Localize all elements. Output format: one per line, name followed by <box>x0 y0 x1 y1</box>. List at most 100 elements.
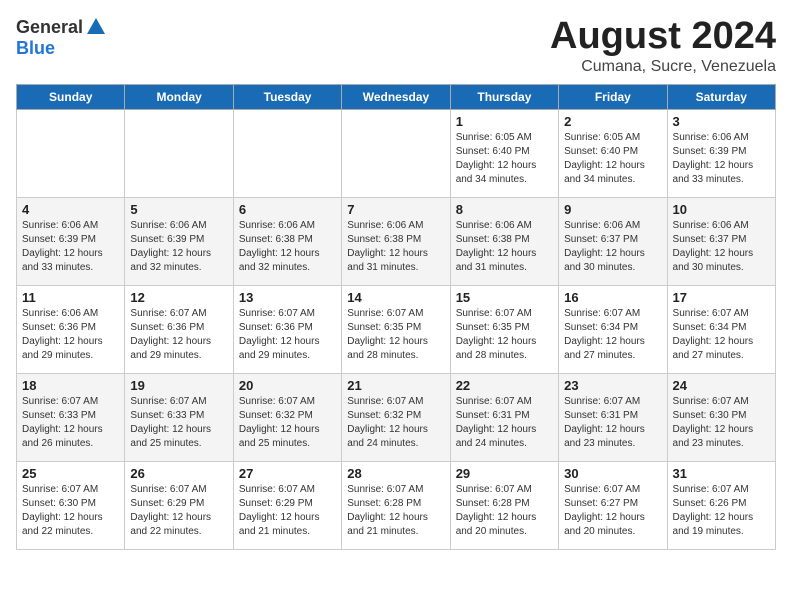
day-of-week-header: Saturday <box>667 84 775 109</box>
day-info: Sunrise: 6:07 AM Sunset: 6:30 PM Dayligh… <box>22 483 119 539</box>
calendar-cell: 17 Sunrise: 6:07 AM Sunset: 6:34 PM Dayli… <box>667 285 775 373</box>
day-of-week-header: Wednesday <box>342 84 450 109</box>
day-info: Sunrise: 6:07 AM Sunset: 6:29 PM Dayligh… <box>239 483 336 539</box>
calendar-cell: 19 Sunrise: 6:07 AM Sunset: 6:33 PM Dayli… <box>125 373 233 461</box>
day-number: 25 <box>22 466 119 481</box>
day-info: Sunrise: 6:06 AM Sunset: 6:37 PM Dayligh… <box>564 219 661 275</box>
day-number: 6 <box>239 202 336 217</box>
calendar-table: SundayMondayTuesdayWednesdayThursdayFrid… <box>16 84 776 550</box>
logo: General Blue <box>16 16 107 59</box>
calendar-cell: 31 Sunrise: 6:07 AM Sunset: 6:26 PM Dayli… <box>667 461 775 549</box>
calendar-week-row: 25 Sunrise: 6:07 AM Sunset: 6:30 PM Dayli… <box>17 461 776 549</box>
day-number: 19 <box>130 378 227 393</box>
day-info: Sunrise: 6:07 AM Sunset: 6:33 PM Dayligh… <box>22 395 119 451</box>
calendar-cell: 26 Sunrise: 6:07 AM Sunset: 6:29 PM Dayli… <box>125 461 233 549</box>
day-info: Sunrise: 6:07 AM Sunset: 6:35 PM Dayligh… <box>347 307 444 363</box>
day-info: Sunrise: 6:07 AM Sunset: 6:32 PM Dayligh… <box>239 395 336 451</box>
calendar-cell <box>342 109 450 197</box>
logo-icon <box>85 16 107 38</box>
calendar-cell: 3Sunrise: 6:06 AM Sunset: 6:39 PM Daylig… <box>667 109 775 197</box>
day-number: 17 <box>673 290 770 305</box>
day-info: Sunrise: 6:07 AM Sunset: 6:34 PM Dayligh… <box>673 307 770 363</box>
calendar-title: August 2024 <box>550 16 776 58</box>
calendar-cell: 8 Sunrise: 6:06 AM Sunset: 6:38 PM Daylig… <box>450 197 558 285</box>
calendar-cell: 13Sunrise: 6:07 AM Sunset: 6:36 PM Dayli… <box>233 285 341 373</box>
day-info: Sunrise: 6:07 AM Sunset: 6:34 PM Dayligh… <box>564 307 661 363</box>
day-info: Sunrise: 6:06 AM Sunset: 6:38 PM Dayligh… <box>347 219 444 275</box>
day-info: Sunrise: 6:06 AM Sunset: 6:36 PM Dayligh… <box>22 307 119 363</box>
calendar-cell: 11 Sunrise: 6:06 AM Sunset: 6:36 PM Dayli… <box>17 285 125 373</box>
day-info: Sunrise: 6:07 AM Sunset: 6:31 PM Dayligh… <box>564 395 661 451</box>
calendar-cell: 21 Sunrise: 6:07 AM Sunset: 6:32 PM Dayli… <box>342 373 450 461</box>
calendar-body: 1 Sunrise: 6:05 AM Sunset: 6:40 PM Daylig… <box>17 109 776 549</box>
day-info: Sunrise: 6:07 AM Sunset: 6:31 PM Dayligh… <box>456 395 553 451</box>
day-info: Sunrise: 6:06 AM Sunset: 6:38 PM Dayligh… <box>456 219 553 275</box>
calendar-header: SundayMondayTuesdayWednesdayThursdayFrid… <box>17 84 776 109</box>
day-number: 26 <box>130 466 227 481</box>
day-number: 20 <box>239 378 336 393</box>
day-number: 5 <box>130 202 227 217</box>
day-info: Sunrise: 6:06 AM Sunset: 6:37 PM Dayligh… <box>673 219 770 275</box>
day-info: Sunrise: 6:07 AM Sunset: 6:27 PM Dayligh… <box>564 483 661 539</box>
logo-general-text: General <box>16 17 83 38</box>
title-area: August 2024 Cumana, Sucre, Venezuela <box>550 16 776 76</box>
day-number: 30 <box>564 466 661 481</box>
calendar-week-row: 18 Sunrise: 6:07 AM Sunset: 6:33 PM Dayli… <box>17 373 776 461</box>
day-number: 28 <box>347 466 444 481</box>
calendar-cell: 29 Sunrise: 6:07 AM Sunset: 6:28 PM Dayli… <box>450 461 558 549</box>
day-number: 23 <box>564 378 661 393</box>
calendar-week-row: 1 Sunrise: 6:05 AM Sunset: 6:40 PM Daylig… <box>17 109 776 197</box>
day-number: 27 <box>239 466 336 481</box>
day-info: Sunrise: 6:07 AM Sunset: 6:28 PM Dayligh… <box>456 483 553 539</box>
calendar-week-row: 11 Sunrise: 6:06 AM Sunset: 6:36 PM Dayli… <box>17 285 776 373</box>
calendar-cell: 20 Sunrise: 6:07 AM Sunset: 6:32 PM Dayli… <box>233 373 341 461</box>
day-number: 11 <box>22 290 119 305</box>
calendar-cell: 27 Sunrise: 6:07 AM Sunset: 6:29 PM Dayli… <box>233 461 341 549</box>
logo-blue-text: Blue <box>16 38 55 59</box>
day-info: Sunrise: 6:06 AM Sunset: 6:39 PM Dayligh… <box>673 131 770 187</box>
calendar-cell: 24Sunrise: 6:07 AM Sunset: 6:30 PM Dayli… <box>667 373 775 461</box>
day-number: 31 <box>673 466 770 481</box>
calendar-cell: 25 Sunrise: 6:07 AM Sunset: 6:30 PM Dayli… <box>17 461 125 549</box>
header: General Blue August 2024 Cumana, Sucre, … <box>16 16 776 76</box>
calendar-cell: 16Sunrise: 6:07 AM Sunset: 6:34 PM Dayli… <box>559 285 667 373</box>
calendar-cell <box>233 109 341 197</box>
day-number: 21 <box>347 378 444 393</box>
calendar-cell: 2Sunrise: 6:05 AM Sunset: 6:40 PM Daylig… <box>559 109 667 197</box>
day-number: 14 <box>347 290 444 305</box>
calendar-cell: 14 Sunrise: 6:07 AM Sunset: 6:35 PM Dayli… <box>342 285 450 373</box>
day-of-week-header: Thursday <box>450 84 558 109</box>
calendar-week-row: 4Sunrise: 6:06 AM Sunset: 6:39 PM Daylig… <box>17 197 776 285</box>
day-number: 12 <box>130 290 227 305</box>
day-info: Sunrise: 6:07 AM Sunset: 6:26 PM Dayligh… <box>673 483 770 539</box>
day-number: 18 <box>22 378 119 393</box>
calendar-cell: 4Sunrise: 6:06 AM Sunset: 6:39 PM Daylig… <box>17 197 125 285</box>
day-number: 9 <box>564 202 661 217</box>
day-number: 8 <box>456 202 553 217</box>
calendar-cell <box>17 109 125 197</box>
calendar-cell: 12 Sunrise: 6:07 AM Sunset: 6:36 PM Dayli… <box>125 285 233 373</box>
day-info: Sunrise: 6:07 AM Sunset: 6:33 PM Dayligh… <box>130 395 227 451</box>
calendar-cell: 22Sunrise: 6:07 AM Sunset: 6:31 PM Dayli… <box>450 373 558 461</box>
day-of-week-header: Monday <box>125 84 233 109</box>
day-info: Sunrise: 6:07 AM Sunset: 6:36 PM Dayligh… <box>239 307 336 363</box>
day-number: 29 <box>456 466 553 481</box>
calendar-cell <box>125 109 233 197</box>
day-info: Sunrise: 6:07 AM Sunset: 6:32 PM Dayligh… <box>347 395 444 451</box>
calendar-cell: 6 Sunrise: 6:06 AM Sunset: 6:38 PM Daylig… <box>233 197 341 285</box>
calendar-cell: 18 Sunrise: 6:07 AM Sunset: 6:33 PM Dayli… <box>17 373 125 461</box>
day-number: 1 <box>456 114 553 129</box>
calendar-subtitle: Cumana, Sucre, Venezuela <box>550 58 776 76</box>
calendar-cell: 23 Sunrise: 6:07 AM Sunset: 6:31 PM Dayli… <box>559 373 667 461</box>
day-info: Sunrise: 6:07 AM Sunset: 6:30 PM Dayligh… <box>673 395 770 451</box>
calendar-cell: 30 Sunrise: 6:07 AM Sunset: 6:27 PM Dayli… <box>559 461 667 549</box>
day-info: Sunrise: 6:07 AM Sunset: 6:29 PM Dayligh… <box>130 483 227 539</box>
day-info: Sunrise: 6:06 AM Sunset: 6:38 PM Dayligh… <box>239 219 336 275</box>
day-info: Sunrise: 6:05 AM Sunset: 6:40 PM Dayligh… <box>456 131 553 187</box>
calendar-cell: 7Sunrise: 6:06 AM Sunset: 6:38 PM Daylig… <box>342 197 450 285</box>
day-number: 2 <box>564 114 661 129</box>
calendar-cell: 15Sunrise: 6:07 AM Sunset: 6:35 PM Dayli… <box>450 285 558 373</box>
day-info: Sunrise: 6:07 AM Sunset: 6:36 PM Dayligh… <box>130 307 227 363</box>
day-number: 10 <box>673 202 770 217</box>
calendar-cell: 28Sunrise: 6:07 AM Sunset: 6:28 PM Dayli… <box>342 461 450 549</box>
